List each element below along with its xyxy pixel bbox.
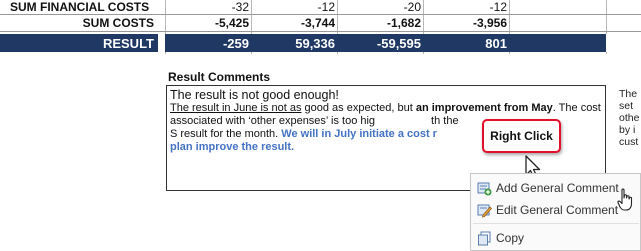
comment-text: We will in July initiate a cost r bbox=[281, 128, 437, 140]
comment-text: The result in June is not as bbox=[170, 102, 302, 114]
comment-text: an improvement from May bbox=[415, 102, 553, 114]
menu-item-edit-general-comment[interactable]: Edit General Comment bbox=[471, 199, 641, 221]
table-cell[interactable]: 801 bbox=[423, 34, 509, 52]
row-gap bbox=[158, 34, 165, 52]
side-text-line: set bbox=[619, 100, 634, 112]
side-text-line: cust bbox=[619, 136, 639, 148]
result-comments-title: Result Comments bbox=[168, 70, 271, 84]
comment-text: good as expected, but bbox=[301, 102, 416, 114]
row-label: SUM COSTS bbox=[82, 16, 154, 30]
table-row-financial-costs: SUM FINANCIAL COSTS -32 -12 -20 -12 bbox=[0, 0, 641, 14]
adjacent-comment-text: The set othe by i cust bbox=[619, 88, 639, 148]
row-label: RESULT bbox=[102, 35, 154, 51]
table-cell[interactable]: 59,336 bbox=[251, 34, 337, 52]
table-cell[interactable]: -12 bbox=[423, 0, 509, 14]
menu-separator bbox=[473, 223, 639, 224]
table-cell[interactable]: -3,744 bbox=[251, 15, 337, 31]
hand-pointer-icon bbox=[617, 188, 633, 211]
table-cell[interactable]: -32 bbox=[165, 0, 251, 14]
comment-text: th the bbox=[431, 115, 459, 127]
table-row-result: RESULT -259 59,336 -59,595 801 bbox=[0, 34, 641, 52]
side-text-line: by i bbox=[619, 124, 636, 136]
context-menu: Add General Comment Edit General Comment… bbox=[470, 173, 641, 251]
table-cell[interactable]: -12 bbox=[251, 0, 337, 14]
table-cell[interactable]: -59,595 bbox=[337, 34, 423, 52]
menu-item-copy[interactable]: Copy bbox=[471, 227, 641, 249]
table-cell[interactable]: -20 bbox=[337, 0, 423, 14]
callout-label: Right Click bbox=[490, 129, 553, 143]
menu-item-label: Copy bbox=[496, 231, 525, 245]
comment-text: plan improve the result. bbox=[170, 141, 295, 153]
row-gap bbox=[606, 34, 641, 52]
side-text-line: othe bbox=[619, 112, 640, 124]
add-comment-icon bbox=[476, 180, 492, 196]
menu-item-label: Add General Comment bbox=[496, 181, 619, 195]
row-label: SUM FINANCIAL COSTS bbox=[10, 0, 150, 14]
table-cell[interactable]: -1,682 bbox=[337, 15, 423, 31]
right-click-callout: Right Click bbox=[482, 119, 561, 153]
copy-icon bbox=[476, 230, 492, 246]
side-text-line: The bbox=[619, 88, 638, 100]
edit-comment-icon bbox=[476, 202, 492, 218]
menu-item-add-general-comment[interactable]: Add General Comment bbox=[471, 177, 641, 199]
menu-item-label: Edit General Comment bbox=[496, 203, 619, 217]
comment-text: S result for the month. bbox=[170, 128, 282, 140]
comment-heading: The result is not good enough! bbox=[170, 88, 339, 102]
table-cell[interactable]: -3,956 bbox=[423, 15, 509, 31]
table-cell[interactable]: -5,425 bbox=[165, 15, 251, 31]
table-cell[interactable]: -259 bbox=[165, 34, 251, 52]
table-row-sum-costs: SUM COSTS -5,425 -3,744 -1,682 -3,956 bbox=[0, 14, 641, 32]
